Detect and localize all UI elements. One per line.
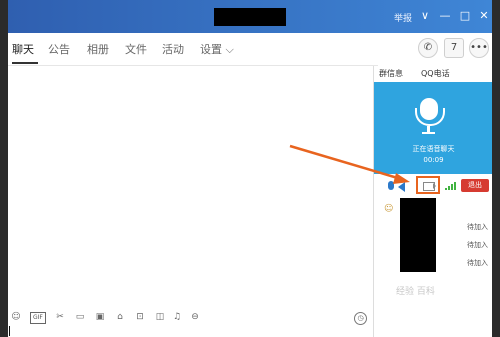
annotation-arrow [289,144,410,184]
chat-window: 举报 ∨ — □ ✕ 聊天 公告 相册 文件 活动 设置 ⌵ ✆ 7 ••• ☺… [8,0,492,337]
